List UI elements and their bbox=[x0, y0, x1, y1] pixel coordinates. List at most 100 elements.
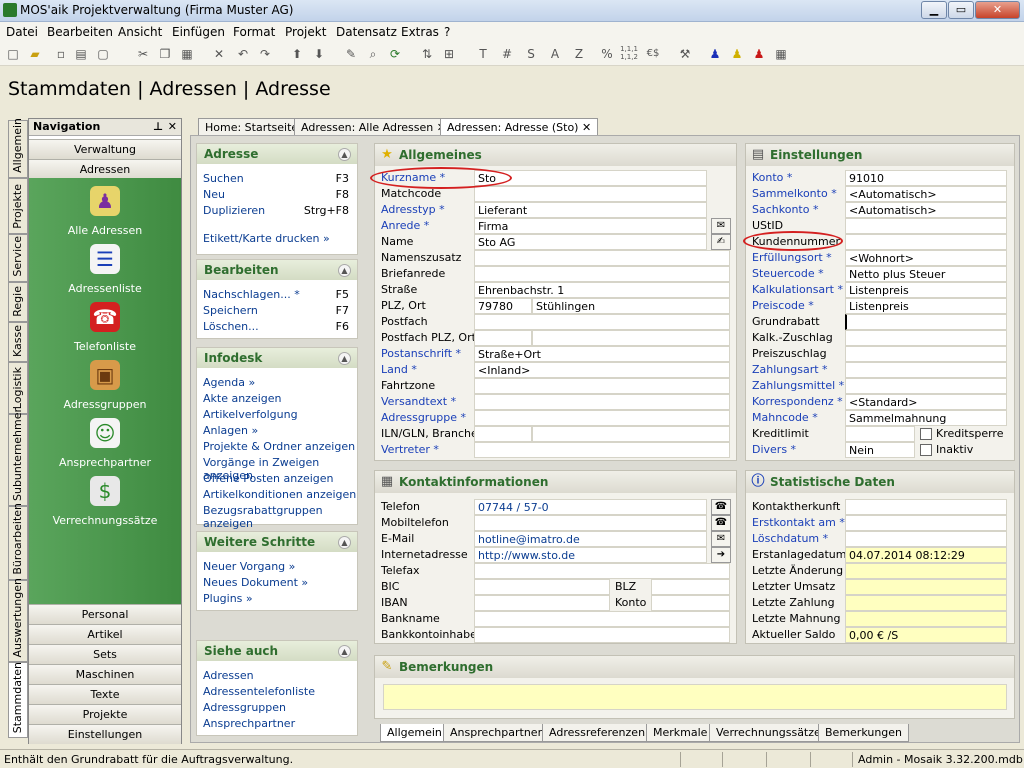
nav-item-telefonliste[interactable]: ☎ Telefonliste bbox=[29, 302, 181, 353]
adresstyp-field[interactable]: Lieferant bbox=[474, 202, 707, 218]
cut-icon[interactable]: ✂ bbox=[134, 45, 152, 63]
nav-item-ansprechpartner[interactable]: ☺ Ansprechpartner bbox=[29, 418, 181, 469]
mobiltelefon-field[interactable] bbox=[474, 515, 707, 531]
task-link-bezugsrabattgruppen[interactable]: Bezugsrabattgruppen anzeigen bbox=[203, 504, 357, 530]
sort-az-icon[interactable]: ⇅ bbox=[418, 45, 436, 63]
name-field[interactable]: Sto AG bbox=[474, 234, 707, 250]
kreditsperre-checkbox[interactable] bbox=[920, 428, 932, 440]
telefax-field[interactable] bbox=[474, 563, 730, 579]
menu-help[interactable]: ? bbox=[444, 25, 450, 39]
task-link-neues-dokument[interactable]: Neues Dokument » bbox=[203, 576, 308, 589]
paste-icon[interactable]: ▦ bbox=[178, 45, 196, 63]
new-document-icon[interactable]: □ bbox=[4, 45, 22, 63]
menu-bearbeiten[interactable]: Bearbeiten bbox=[47, 25, 113, 39]
task-link-adressgruppen[interactable]: Adressgruppen bbox=[203, 701, 286, 714]
copy-icon[interactable]: ❐ bbox=[156, 45, 174, 63]
side-tab-bueroarbeiten[interactable]: Büroarbeiten bbox=[8, 503, 28, 580]
nav-item-adressgruppen[interactable]: ▣ Adressgruppen bbox=[29, 360, 181, 411]
redo-icon[interactable]: ↷ bbox=[256, 45, 274, 63]
user-blue-icon[interactable]: ♟ bbox=[706, 45, 724, 63]
tab-home-startseite[interactable]: Home: Startseite bbox=[198, 118, 306, 136]
side-tab-allgemein[interactable]: Allgemein bbox=[8, 118, 28, 178]
zahlungsmittel-field[interactable] bbox=[845, 378, 1007, 394]
kontaktherkunft-field[interactable] bbox=[845, 499, 1007, 515]
number-format-icon[interactable]: # bbox=[498, 45, 516, 63]
menu-ansicht[interactable]: Ansicht bbox=[118, 25, 162, 39]
email-field[interactable]: hotline@imatro.de bbox=[474, 531, 707, 547]
task-link-nachschlagen[interactable]: Nachschlagen... * bbox=[203, 288, 300, 301]
nav-item-adressenliste[interactable]: ☰ Adressenliste bbox=[29, 244, 181, 295]
open-folder-icon[interactable]: ▰ bbox=[26, 45, 44, 63]
percent-icon[interactable]: % bbox=[598, 45, 616, 63]
collapse-icon[interactable]: ▲ bbox=[338, 352, 351, 365]
currency-icon[interactable]: €$ bbox=[644, 45, 662, 63]
task-link-speichern[interactable]: Speichern bbox=[203, 304, 258, 317]
tab-merkmale[interactable]: Merkmale bbox=[646, 724, 715, 742]
kalk-zuschlag-field[interactable] bbox=[845, 330, 1007, 346]
maximize-button[interactable]: ▭ bbox=[948, 1, 974, 19]
postanschrift-field[interactable]: Straße+Ort bbox=[474, 346, 730, 362]
fahrtzone-field[interactable] bbox=[474, 378, 730, 394]
close-window-button[interactable]: ✕ bbox=[975, 1, 1020, 19]
task-link-anlagen[interactable]: Anlagen » bbox=[203, 424, 258, 437]
task-link-agenda[interactable]: Agenda » bbox=[203, 376, 255, 389]
plz-field[interactable]: 79780 bbox=[474, 298, 532, 314]
nav-group-texte[interactable]: Texte bbox=[29, 684, 181, 704]
grundrabatt-field[interactable] bbox=[845, 314, 1007, 330]
ustid-field[interactable] bbox=[845, 218, 1007, 234]
zahlungsart-field[interactable] bbox=[845, 362, 1007, 378]
internetadresse-field[interactable]: http://www.sto.de bbox=[474, 547, 707, 563]
mahncode-field[interactable]: Sammelmahnung bbox=[845, 410, 1007, 426]
collapse-icon[interactable]: ▲ bbox=[338, 148, 351, 161]
kundennummer-field[interactable] bbox=[845, 234, 1007, 250]
blz-field[interactable] bbox=[651, 579, 730, 595]
user-yellow-icon[interactable]: ♟ bbox=[728, 45, 746, 63]
pin-icon[interactable]: ⊥ bbox=[153, 120, 163, 133]
bankname-field[interactable] bbox=[474, 611, 730, 627]
inaktiv-checkbox[interactable] bbox=[920, 444, 932, 456]
preiszuschlag-field[interactable] bbox=[845, 346, 1007, 362]
ort-field[interactable]: Stühlingen bbox=[532, 298, 730, 314]
konto-field[interactable]: 91010 bbox=[845, 170, 1007, 186]
a-format-icon[interactable]: A bbox=[546, 45, 564, 63]
arrow-down-icon[interactable]: ⬇ bbox=[310, 45, 328, 63]
save-icon[interactable]: ▫ bbox=[52, 45, 70, 63]
task-link-akte[interactable]: Akte anzeigen bbox=[203, 392, 282, 405]
menu-extras[interactable]: Extras bbox=[401, 25, 439, 39]
refresh-icon[interactable]: ⟳ bbox=[386, 45, 404, 63]
go-arrow-icon[interactable]: ➔ bbox=[711, 547, 731, 563]
task-link-loeschen[interactable]: Löschen... bbox=[203, 320, 259, 333]
tab-bemerkungen[interactable]: Bemerkungen bbox=[818, 724, 910, 742]
kreditlimit-field[interactable] bbox=[845, 426, 915, 442]
loeschdatum-field[interactable] bbox=[845, 531, 1007, 547]
adressgruppe-field[interactable] bbox=[474, 410, 730, 426]
task-link-artikelverfolgung[interactable]: Artikelverfolgung bbox=[203, 408, 298, 421]
task-link-neuer-vorgang[interactable]: Neuer Vorgang » bbox=[203, 560, 295, 573]
task-link-plugins[interactable]: Plugins » bbox=[203, 592, 253, 605]
tab-adressreferenzen[interactable]: Adressreferenzen bbox=[542, 724, 653, 742]
nav-group-personal[interactable]: Personal bbox=[29, 604, 181, 624]
task-link-etikett-drucken[interactable]: Etikett/Karte drucken » bbox=[203, 232, 330, 245]
collapse-icon[interactable]: ▲ bbox=[338, 536, 351, 549]
side-tab-auswertungen[interactable]: Auswertungen bbox=[8, 578, 28, 662]
collapse-icon[interactable]: ▲ bbox=[338, 645, 351, 658]
phone-icon[interactable]: ☎ bbox=[711, 515, 731, 531]
task-link-duplizieren[interactable]: Duplizieren bbox=[203, 204, 265, 217]
mail-icon[interactable]: ✉ bbox=[711, 531, 731, 547]
nav-item-alle-adressen[interactable]: ♟ Alle Adressen bbox=[29, 186, 181, 237]
grid-icon[interactable]: ▦ bbox=[772, 45, 790, 63]
filter-icon[interactable]: ⊞ bbox=[440, 45, 458, 63]
task-link-offene-posten[interactable]: Offene Posten anzeigen bbox=[203, 472, 334, 485]
task-link-neu[interactable]: Neu bbox=[203, 188, 225, 201]
postfach-ort-field[interactable] bbox=[532, 330, 730, 346]
korrespondenz-field[interactable]: <Standard> bbox=[845, 394, 1007, 410]
collapse-icon[interactable]: ▲ bbox=[338, 264, 351, 277]
nav-group-einstellungen[interactable]: Einstellungen bbox=[29, 724, 181, 744]
telefon-field[interactable]: 07744 / 57-0 bbox=[474, 499, 707, 515]
arrow-up-icon[interactable]: ⬆ bbox=[288, 45, 306, 63]
land-field[interactable]: <Inland> bbox=[474, 362, 730, 378]
task-link-artikelkonditionen[interactable]: Artikelkonditionen anzeigen bbox=[203, 488, 356, 501]
print-icon[interactable]: ▤ bbox=[72, 45, 90, 63]
menu-datei[interactable]: Datei bbox=[6, 25, 38, 39]
side-tab-stammdaten[interactable]: Stammdaten bbox=[8, 662, 28, 738]
